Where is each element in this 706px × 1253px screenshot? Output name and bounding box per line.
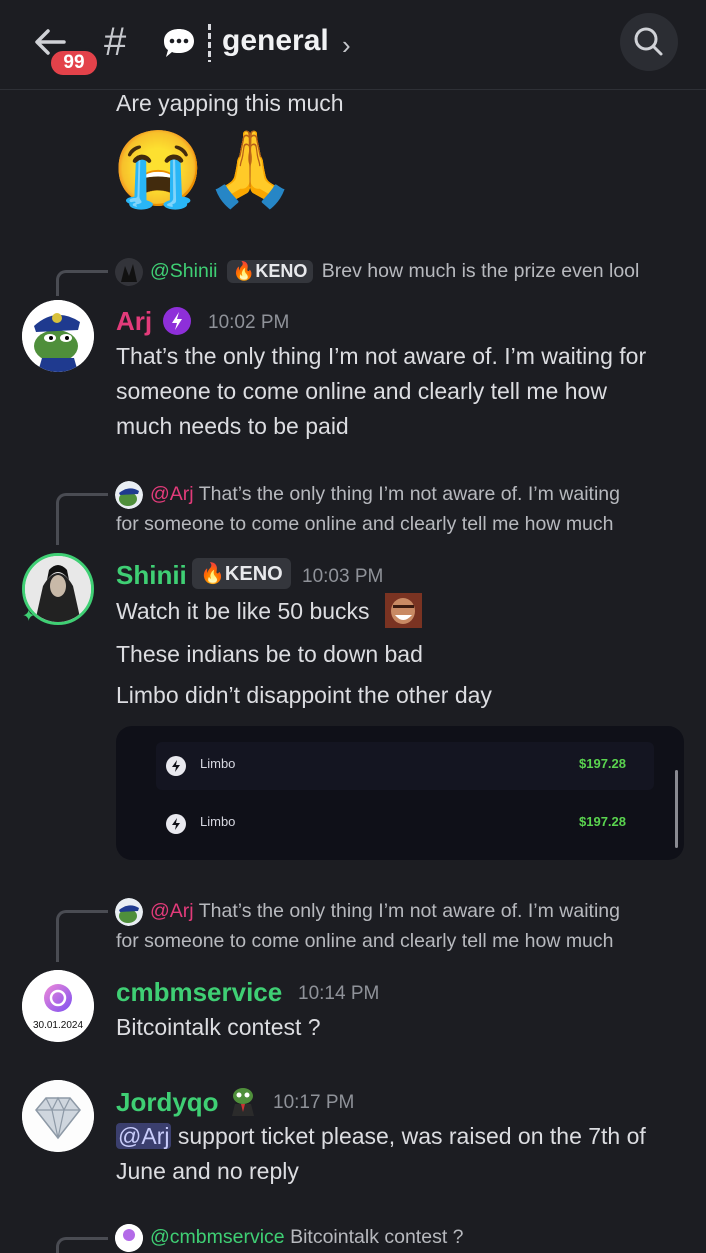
avatar-date: 30.01.2024 — [32, 1020, 84, 1031]
diamond-avatar-icon — [22, 1080, 94, 1152]
reply-username[interactable]: @Arj — [150, 483, 194, 505]
folded-hands-emoji-icon: 🙏 — [204, 127, 297, 210]
sparkle-icon: ✦ — [22, 608, 36, 625]
reply-preview[interactable]: @Arj That’s the only thing I’m not aware… — [150, 900, 620, 923]
reply-text: That’s the only thing I’m not aware of. … — [198, 900, 620, 922]
reply-connector — [56, 493, 108, 545]
message-line: Watch it be like 50 bucks — [116, 598, 370, 624]
reply-avatar — [115, 898, 143, 926]
bolt-icon — [166, 756, 186, 776]
message-text: Are yapping this much — [116, 90, 344, 116]
username[interactable]: Shinii — [116, 560, 187, 591]
bolt-icon — [166, 814, 186, 834]
unread-badge: 99 — [48, 48, 100, 78]
message-line: Limbo didn’t disappoint the other day — [116, 682, 492, 708]
service-logo-avatar-icon — [22, 970, 94, 1042]
reply-connector — [56, 1237, 108, 1253]
payout-amount: $197.28 — [579, 814, 626, 829]
game-label: Limbo — [200, 756, 236, 771]
channel-divider — [208, 24, 211, 62]
reply-text: for someone to come online and clearly t… — [116, 930, 614, 952]
game-label: Limbo — [200, 814, 236, 829]
reply-avatar — [115, 258, 143, 286]
channel-hash-icon: # — [104, 20, 127, 64]
message-line: June and no reply — [116, 1158, 299, 1184]
search-button[interactable] — [620, 13, 678, 71]
message-line: That’s the only thing I’m not aware of. … — [116, 343, 647, 369]
avatar[interactable] — [22, 1080, 94, 1152]
timestamp: 10:03 PM — [302, 566, 384, 587]
timestamp: 10:14 PM — [298, 983, 380, 1004]
channel-header: 99 # general › — [0, 0, 706, 90]
reply-text: Brev how much is the prize even lool — [321, 260, 640, 282]
reply-avatar — [115, 1224, 143, 1252]
reply-connector — [56, 270, 108, 296]
reply-text: for someone to come online and clearly t… — [116, 513, 614, 535]
payout-amount: $197.28 — [579, 756, 626, 771]
reply-preview[interactable]: @cmbmservice Bitcointalk contest ? — [150, 1226, 464, 1249]
reply-avatar — [115, 481, 143, 509]
pepe-suit-emoji-icon — [226, 1084, 260, 1116]
reply-connector — [56, 910, 108, 962]
avatar[interactable] — [22, 300, 94, 372]
fire-icon: 🔥 — [232, 261, 256, 281]
reply-preview[interactable]: @Arj That’s the only thing I’m not aware… — [150, 483, 620, 506]
reply-username[interactable]: @Shinii — [150, 260, 218, 282]
reply-username[interactable]: @cmbmservice — [150, 1226, 285, 1248]
nitro-boost-icon — [163, 307, 191, 335]
scrollbar[interactable] — [675, 770, 678, 848]
image-attachment[interactable]: Limbo $197.28 Limbo $197.28 — [116, 726, 684, 860]
chevron-right-icon[interactable]: › — [342, 30, 351, 61]
fire-icon: 🔥 — [200, 563, 225, 585]
message-line: much needs to be paid — [116, 413, 349, 439]
username[interactable]: Jordyqo — [116, 1087, 219, 1118]
message-line: These indians be to down bad — [116, 641, 423, 667]
pepe-police-avatar-icon — [22, 300, 94, 372]
loudly-crying-emoji-icon: 😭 — [112, 127, 205, 210]
avatar[interactable]: 30.01.2024 — [22, 970, 94, 1042]
message-line: @Arj support ticket please, was raised o… — [116, 1123, 646, 1149]
bet-row: Limbo $197.28 — [156, 800, 654, 848]
channel-name[interactable]: general — [222, 24, 329, 58]
username[interactable]: Arj — [116, 306, 152, 337]
reply-text: That’s the only thing I’m not aware of. … — [198, 483, 620, 505]
speech-bubble-icon — [164, 29, 194, 57]
bet-row: Limbo $197.28 — [156, 742, 654, 790]
search-icon — [634, 27, 663, 56]
reply-username[interactable]: @Arj — [150, 900, 194, 922]
message-line: Bitcointalk contest ? — [116, 1014, 321, 1040]
user-mention[interactable]: @Arj — [116, 1123, 172, 1149]
emoji-row: 😭🙏 — [112, 124, 296, 214]
keno-tag: 🔥KENO — [226, 260, 314, 283]
message-line: someone to come online and clearly tell … — [116, 378, 607, 404]
keno-tag: 🔥KENO — [192, 558, 291, 589]
timestamp: 10:02 PM — [208, 312, 290, 333]
reply-preview[interactable]: @Shinii 🔥KENO Brev how much is the prize… — [150, 260, 639, 283]
reply-text: Bitcointalk contest ? — [290, 1226, 464, 1248]
timestamp: 10:17 PM — [273, 1092, 355, 1113]
laughing-man-emoji-icon — [385, 593, 422, 628]
username[interactable]: cmbmservice — [116, 977, 282, 1008]
